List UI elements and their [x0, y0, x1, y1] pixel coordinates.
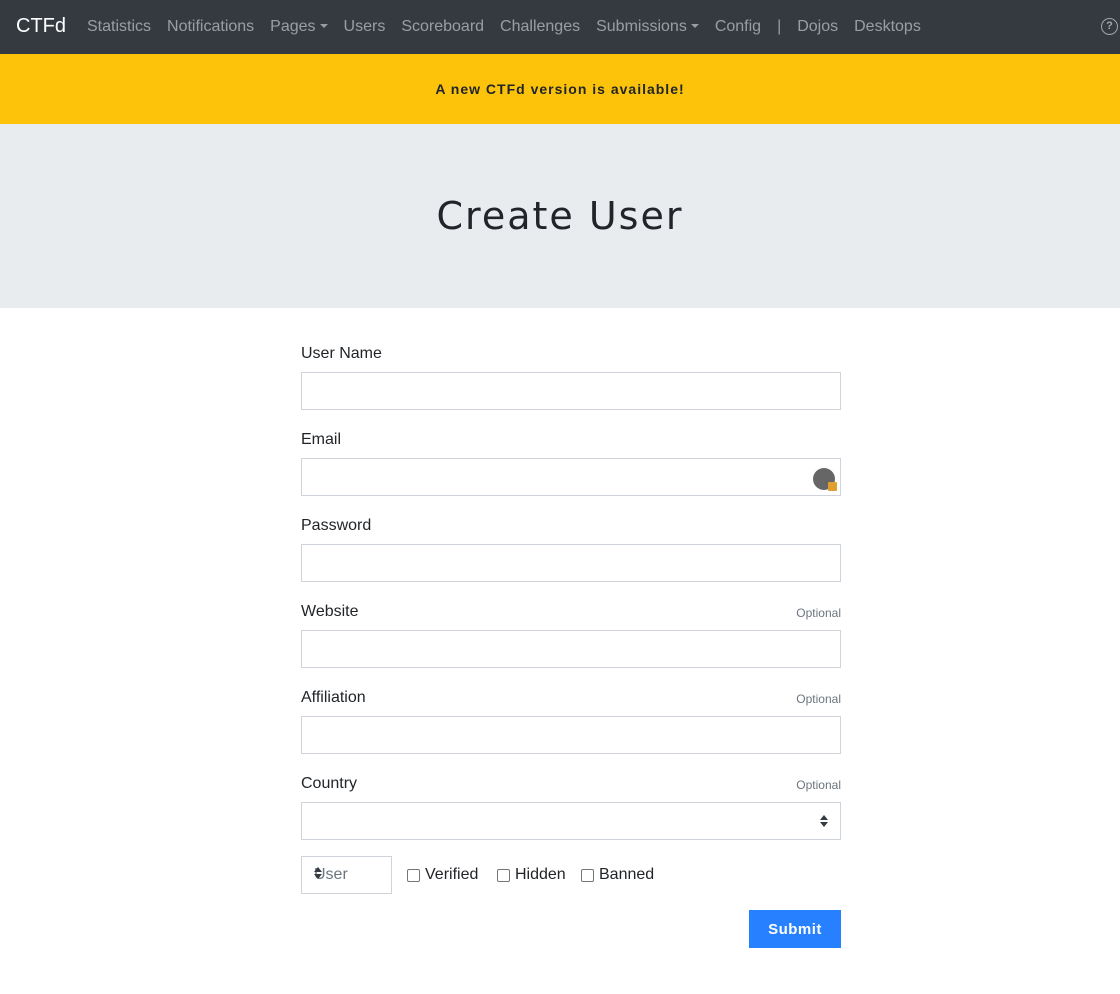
username-label: User Name: [301, 345, 382, 362]
nav-notifications-label: Notifications: [167, 18, 255, 35]
nav-statistics-label: Statistics: [87, 18, 152, 35]
website-label: Website: [301, 603, 359, 620]
update-banner-text: A new CTFd version is available!: [435, 81, 685, 97]
submit-button[interactable]: Submit: [749, 910, 841, 948]
select-arrows-icon: [314, 866, 322, 880]
password-group: Password: [301, 480, 841, 582]
hidden-checkbox[interactable]: [497, 868, 510, 882]
banned-label[interactable]: Banned: [599, 866, 654, 884]
website-group: Website Optional: [301, 566, 841, 668]
nav-pages-dropdown[interactable]: Pages: [262, 15, 335, 39]
nav-statistics[interactable]: Statistics: [79, 15, 159, 39]
password-label: Password: [301, 517, 372, 534]
page-title: Create User: [436, 194, 684, 238]
hidden-label[interactable]: Hidden: [515, 866, 566, 884]
email-label: Email: [301, 431, 342, 448]
website-optional-hint: Optional: [796, 606, 841, 620]
country-optional-hint: Optional: [796, 778, 841, 792]
banned-checkbox[interactable]: [581, 868, 594, 882]
nav-scoreboard[interactable]: Scoreboard: [393, 15, 492, 39]
nav-users[interactable]: Users: [336, 15, 394, 39]
brand-logo[interactable]: CTFd: [16, 12, 66, 40]
nav-pages-label: Pages: [270, 18, 316, 35]
nav-desktops[interactable]: Desktops: [846, 15, 929, 39]
affiliation-optional-hint: Optional: [796, 692, 841, 706]
nav-config[interactable]: Config: [707, 15, 769, 39]
country-label: Country: [301, 775, 358, 792]
nav-dojos[interactable]: Dojos: [789, 15, 846, 39]
verified-checkbox-group[interactable]: Verified: [407, 866, 478, 884]
country-group: Country Optional: [301, 738, 841, 840]
affiliation-label: Affiliation: [301, 689, 366, 706]
caret-down-icon: [690, 24, 699, 28]
nav-notifications[interactable]: Notifications: [159, 15, 262, 39]
role-select[interactable]: User: [301, 856, 392, 894]
create-user-form: User Name Email Password Website Optiona…: [301, 308, 841, 840]
nav-scoreboard-label: Scoreboard: [401, 18, 485, 35]
hidden-checkbox-group[interactable]: Hidden: [497, 866, 566, 884]
banned-checkbox-group[interactable]: Banned: [581, 866, 654, 884]
nav-challenges[interactable]: Challenges: [492, 15, 588, 39]
caret-down-icon: [319, 24, 328, 28]
nav-menu: Statistics Notifications Pages Users Sco…: [79, 0, 929, 54]
nav-config-label: Config: [714, 18, 762, 35]
nav-desktops-label: Desktops: [854, 18, 921, 35]
top-navbar: CTFd Statistics Notifications Pages User…: [0, 0, 1120, 54]
affiliation-group: Affiliation Optional: [301, 652, 841, 754]
nav-submissions-dropdown[interactable]: Submissions: [588, 15, 707, 39]
question-circle-icon[interactable]: ?: [1101, 18, 1118, 35]
page-header: Create User: [0, 124, 1120, 308]
nav-users-label: Users: [343, 18, 386, 35]
verified-label[interactable]: Verified: [425, 866, 478, 884]
country-select[interactable]: [301, 802, 841, 840]
email-group: Email: [301, 394, 841, 496]
nav-separator: |: [777, 18, 782, 35]
nav-submissions-label: Submissions: [596, 18, 687, 35]
select-arrows-icon: [820, 814, 828, 828]
nav-dojos-label: Dojos: [797, 18, 839, 35]
username-group: User Name: [301, 308, 841, 410]
verified-checkbox[interactable]: [407, 868, 420, 882]
update-banner: A new CTFd version is available!: [0, 54, 1120, 124]
nav-challenges-label: Challenges: [500, 18, 581, 35]
